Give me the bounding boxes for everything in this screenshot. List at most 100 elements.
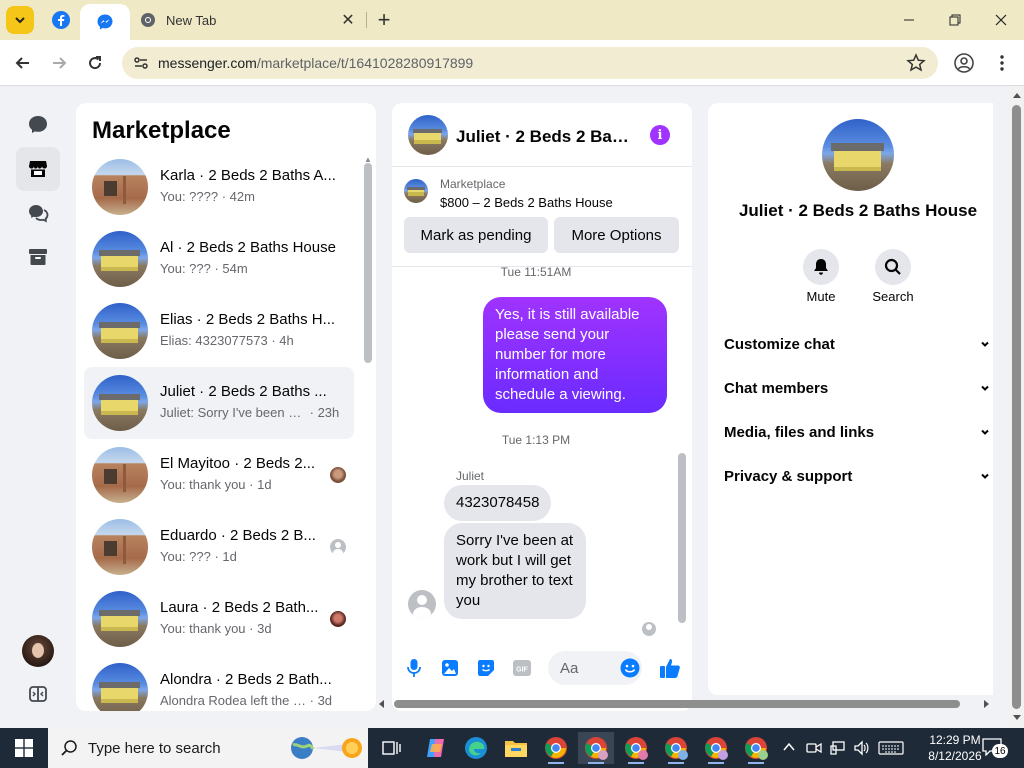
start-button[interactable] <box>0 728 48 768</box>
tab-search-dropdown[interactable] <box>6 6 34 34</box>
taskbar-chrome-profile-2[interactable] <box>618 732 654 764</box>
timestamp: Tue 1:13 PM <box>501 433 571 447</box>
scroll-up-arrow-icon[interactable] <box>1012 91 1022 99</box>
attach-photo-button[interactable] <box>440 658 460 678</box>
meet-now-icon[interactable] <box>806 740 822 756</box>
taskbar-chrome-profile-4[interactable] <box>698 732 734 764</box>
conversation-item[interactable]: Elias · 2 Beds 2 Baths H... Elias: 432307… <box>84 295 354 367</box>
rail-requests[interactable] <box>16 191 60 235</box>
rail-chats[interactable] <box>16 103 60 147</box>
new-tab-button[interactable]: + <box>372 7 396 32</box>
section-chat-members[interactable]: Chat members <box>724 366 994 410</box>
taskbar-copilot[interactable] <box>418 732 454 764</box>
minimize-button[interactable] <box>886 0 932 40</box>
back-button[interactable] <box>8 48 38 78</box>
scroll-left-arrow-icon[interactable] <box>378 699 386 709</box>
search-in-conversation-button[interactable] <box>875 249 911 285</box>
more-options-button[interactable]: More Options <box>554 217 679 253</box>
volume-icon[interactable] <box>854 740 870 756</box>
gif-icon: GIF <box>513 660 531 676</box>
scrollbar-thumb[interactable] <box>394 700 960 708</box>
browser-menu-button[interactable] <box>990 51 1014 75</box>
forward-button[interactable] <box>44 48 74 78</box>
listing-source: Marketplace <box>440 177 506 191</box>
outgoing-message[interactable]: Yes, it is still available please send y… <box>483 297 667 413</box>
message-thread-scrollbar[interactable] <box>678 453 686 623</box>
tab-messenger[interactable] <box>80 4 130 40</box>
url-path: /marketplace/t/1641028280917899 <box>256 55 474 71</box>
page-horizontal-scrollbar[interactable] <box>378 695 992 711</box>
task-view-button[interactable] <box>374 732 410 764</box>
section-privacy-support[interactable]: Privacy & support <box>724 454 994 498</box>
message-composer: GIF <box>392 648 692 688</box>
conversation-item[interactable]: Laura · 2 Beds 2 Bath... You: thank you ·… <box>84 583 354 655</box>
mute-button[interactable] <box>803 249 839 285</box>
notification-center-button[interactable]: 16 <box>982 738 1008 758</box>
details-thumbnail[interactable] <box>822 119 894 191</box>
sticker-button[interactable] <box>476 658 496 678</box>
conversation-thumbnail <box>92 519 148 575</box>
tab-facebook[interactable] <box>44 0 78 40</box>
listing-thumbnail[interactable] <box>404 179 428 203</box>
voice-clip-button[interactable] <box>404 658 424 678</box>
taskbar-chrome-profile-1[interactable] <box>578 732 614 764</box>
incoming-message[interactable]: 4323078458 <box>444 485 552 521</box>
chat-title[interactable]: Juliet · 2 Beds 2 Bath... <box>456 127 632 147</box>
scroll-right-arrow-icon[interactable] <box>982 699 990 709</box>
section-media-files-links[interactable]: Media, files and links <box>724 410 994 454</box>
search-icon <box>61 740 77 756</box>
sidebar-toggle-icon <box>29 686 47 702</box>
conversation-item[interactable]: Eduardo · 2 Beds 2 B... You: ??? · 1d <box>84 511 354 583</box>
listing-price[interactable]: $800 – 2 Beds 2 Baths House <box>440 195 613 210</box>
marketplace-store-icon <box>29 161 47 177</box>
gif-button[interactable]: GIF <box>512 658 532 678</box>
incoming-message[interactable]: Sorry I've been at work but I will get m… <box>444 523 586 619</box>
conversation-list-scrollbar[interactable] <box>364 163 372 363</box>
reload-button[interactable] <box>80 48 110 78</box>
network-icon[interactable] <box>830 740 846 756</box>
user-avatar[interactable] <box>22 635 54 667</box>
scrollbar-thumb[interactable] <box>1012 105 1021 709</box>
taskbar-search-box[interactable]: Type here to search <box>48 728 368 768</box>
conversation-item[interactable]: Karla · 2 Beds 2 Baths A... You: ???? · 4… <box>84 151 354 223</box>
thumbs-up-icon <box>660 659 680 678</box>
scroll-down-arrow-icon[interactable] <box>1012 714 1022 722</box>
conversation-item[interactable]: Al · 2 Beds 2 Baths House You: ??? · 54m <box>84 223 354 295</box>
conversation-preview: Elias: 4323077573 · 4h <box>160 333 340 348</box>
taskbar-edge[interactable] <box>458 732 494 764</box>
site-info-icon[interactable] <box>132 54 150 72</box>
sender-avatar[interactable] <box>408 590 436 618</box>
conversation-item[interactable]: El Mayitoo · 2 Beds 2... You: thank you ·… <box>84 439 354 511</box>
profile-icon[interactable] <box>952 51 976 75</box>
rail-toggle-sidebar[interactable] <box>16 672 60 716</box>
restore-button[interactable] <box>932 0 978 40</box>
address-bar[interactable]: messenger.com/marketplace/t/164102828091… <box>122 47 938 79</box>
close-window-button[interactable] <box>978 0 1024 40</box>
section-label: Privacy & support <box>724 467 853 485</box>
conversation-item[interactable]: Juliet · 2 Beds 2 Baths ... Juliet: Sorry… <box>84 367 354 439</box>
emoji-icon <box>620 658 640 678</box>
page-vertical-scrollbar[interactable] <box>1009 87 1024 728</box>
section-customize-chat[interactable]: Customize chat <box>724 322 994 366</box>
conversation-preview: Alondra Rodea left the g... · 3d <box>160 693 340 708</box>
conversation-title: El Mayitoo · 2 Beds 2... <box>160 455 316 472</box>
taskbar-chrome[interactable] <box>538 732 574 764</box>
bookmark-star-icon[interactable] <box>906 53 926 73</box>
taskbar-file-explorer[interactable] <box>498 732 534 764</box>
like-button[interactable] <box>658 656 682 680</box>
conversation-info-icon[interactable]: i <box>650 125 670 145</box>
close-tab-icon[interactable]: ✕ <box>338 10 358 30</box>
tab-new-tab[interactable]: New Tab ✕ <box>132 0 364 40</box>
taskbar-chrome-profile-3[interactable] <box>658 732 694 764</box>
conversation-item[interactable]: Alondra · 2 Beds 2 Bath... Alondra Rodea … <box>84 655 354 711</box>
taskbar-chrome-profile-5[interactable] <box>738 732 774 764</box>
show-hidden-icons-chevron-icon[interactable] <box>782 740 796 754</box>
taskbar-clock[interactable]: 12:29 PM 8/12/2026 <box>920 732 990 764</box>
mark-as-pending-button[interactable]: Mark as pending <box>404 217 548 253</box>
rail-marketplace[interactable] <box>16 147 60 191</box>
rail-archive[interactable] <box>16 235 60 279</box>
keyboard-icon[interactable] <box>878 740 904 756</box>
default-avatar-icon <box>333 542 343 555</box>
emoji-button[interactable] <box>620 658 640 678</box>
chat-header-thumbnail[interactable] <box>408 115 448 155</box>
